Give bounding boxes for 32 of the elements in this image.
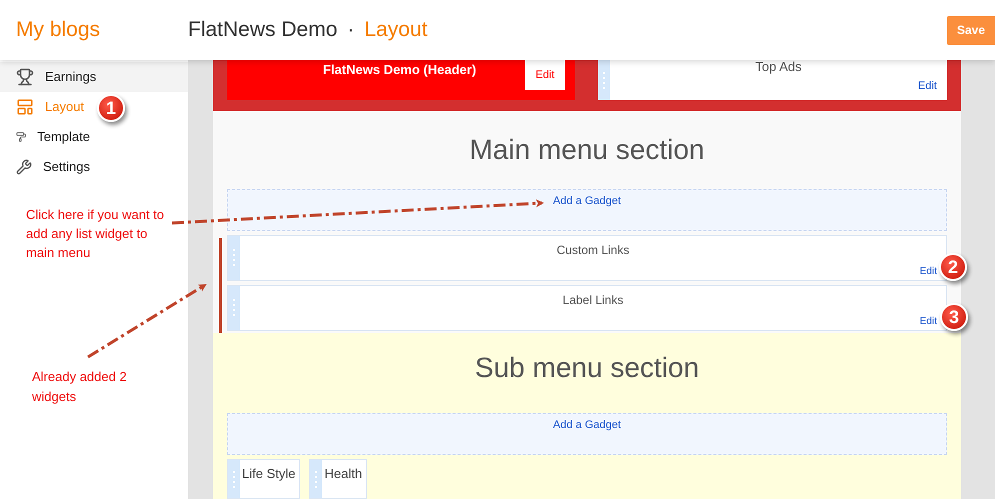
edit-link[interactable]: Edit	[920, 314, 937, 329]
add-gadget-area[interactable]: Add a Gadget	[227, 188, 947, 231]
sidebar-item[interactable]: Settings	[0, 152, 90, 182]
drag-handle[interactable]	[310, 460, 322, 498]
title-separator: ·	[347, 17, 354, 44]
widget-title: Label Links	[562, 292, 624, 309]
widget-title: Custom Links	[556, 242, 630, 259]
widget-title: Health	[324, 465, 362, 483]
add-gadget-link[interactable]: Add a Gadget	[553, 192, 621, 210]
sidebar-item[interactable]: Earnings	[0, 62, 188, 92]
edit-link[interactable]: Edit	[918, 78, 937, 94]
widget-title: Top Ads	[755, 60, 802, 74]
trophy-icon	[16, 68, 34, 86]
widget-title: FlatNews Demo (Header)	[323, 61, 476, 79]
add-gadget-area[interactable]: Add a Gadget	[227, 413, 947, 455]
drag-handle[interactable]	[228, 460, 240, 498]
edit-link[interactable]: Edit	[920, 264, 937, 279]
widget-title: Life Style	[242, 465, 296, 483]
add-gadget-link[interactable]: Add a Gadget	[553, 417, 621, 434]
edit-link[interactable]: Edit	[525, 60, 565, 90]
drag-handle[interactable]	[598, 60, 610, 100]
page-title: Layout	[364, 17, 428, 44]
drag-handle[interactable]	[228, 236, 240, 280]
sidebar-item[interactable]: Template	[0, 122, 90, 152]
annotation-note: Click here if you want to add any list widget to main menu	[26, 206, 166, 262]
wrench-icon	[16, 158, 32, 176]
section-title: Sub menu section	[474, 351, 700, 385]
blog-title: FlatNews Demo	[188, 17, 338, 44]
section-title: Main menu section	[468, 132, 706, 167]
drag-handle[interactable]	[228, 286, 240, 330]
annotation-note: Already added 2 widgets	[32, 368, 128, 406]
layout-icon	[16, 98, 34, 116]
